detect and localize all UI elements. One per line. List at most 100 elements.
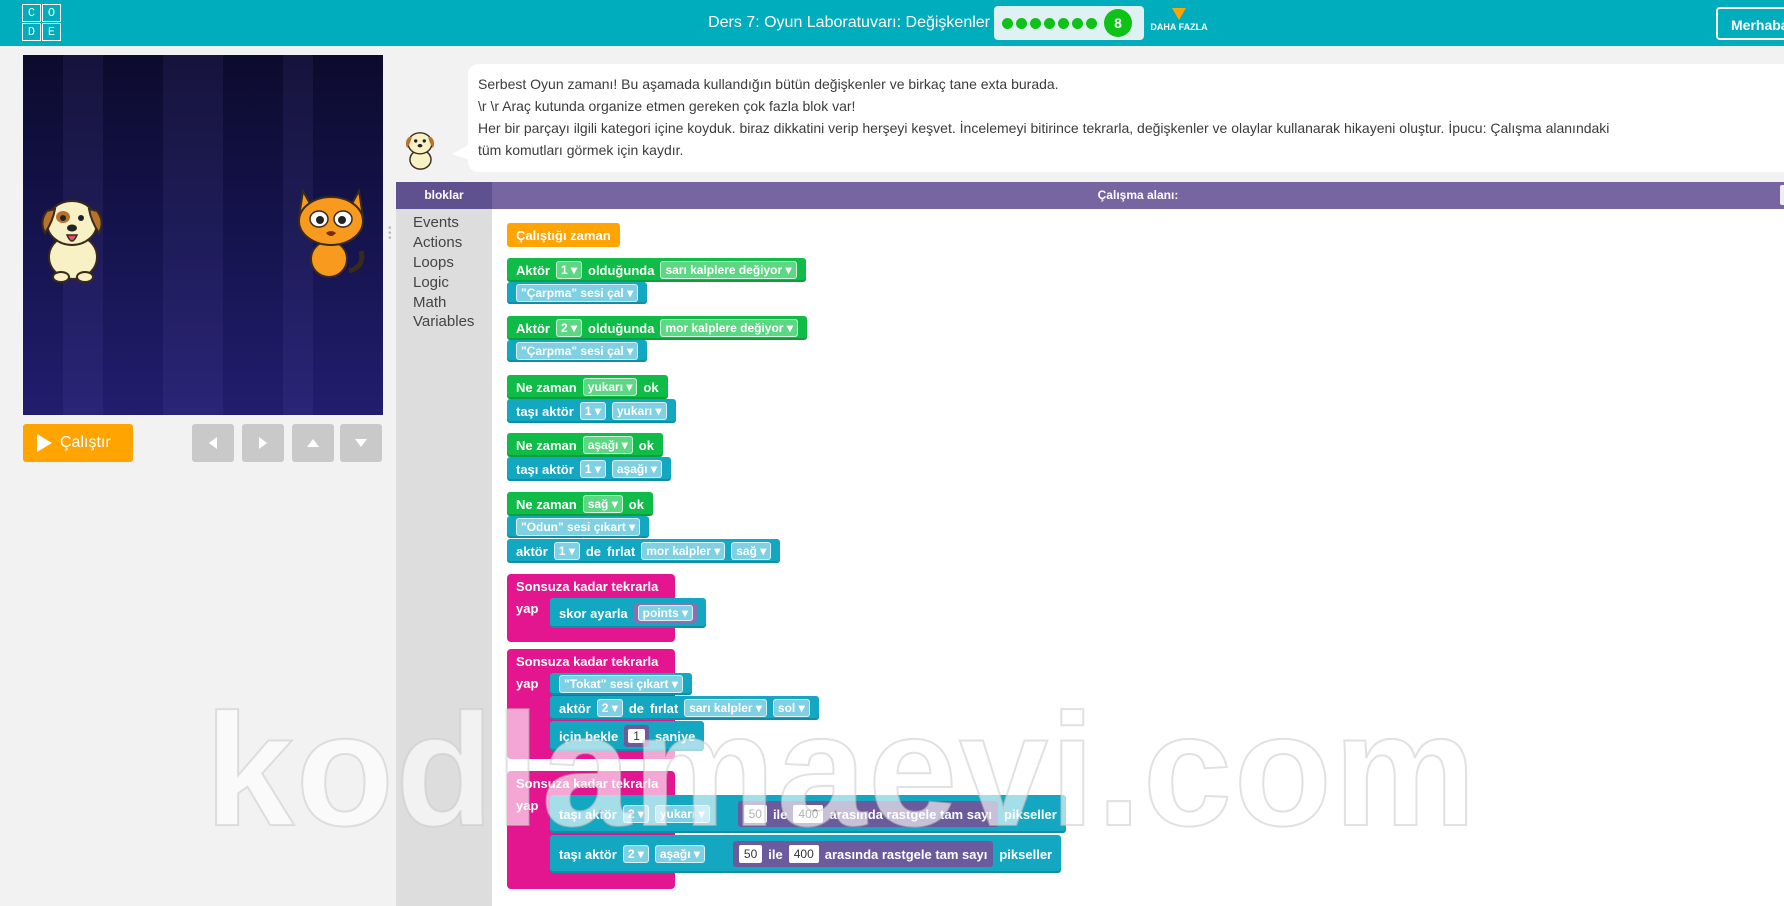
dog-avatar-icon: [405, 132, 435, 170]
dropdown-value: yukarı: [587, 380, 624, 394]
actor-dropdown[interactable]: 1 ▾: [553, 542, 580, 560]
level-progress: 8: [994, 6, 1144, 40]
actor-dropdown[interactable]: 2 ▾: [555, 319, 582, 337]
instructions-bubble: Serbest Oyun zamanı! Bu aşamada kullandı…: [468, 64, 1784, 172]
sound-dropdown[interactable]: "Çarpma" sesi çal ▾: [516, 342, 639, 360]
when-run-block[interactable]: Çalıştığı zaman: [507, 223, 620, 247]
set-score-block[interactable]: skor ayarla points ▾: [550, 598, 707, 628]
header-scroll-handle[interactable]: [1780, 185, 1784, 205]
instruction-line: tüm komutları görmek için kaydır.: [478, 142, 684, 158]
workspace-title: Çalışma alanı:: [1097, 188, 1179, 202]
play-sound-block[interactable]: "Çarpma" sesi çal ▾: [507, 282, 648, 304]
more-levels-button[interactable]: DAHA FAZLA: [1148, 8, 1210, 32]
progress-dot[interactable]: [1030, 17, 1041, 29]
category-math[interactable]: Math: [413, 294, 446, 311]
block-label: ok: [638, 437, 654, 453]
block-label: Aktör: [516, 320, 550, 336]
when-actor-touches-block[interactable]: Aktör 2 ▾ olduğunda mor kalplere değiyor…: [507, 316, 807, 340]
current-level-dot[interactable]: 8: [1104, 9, 1132, 37]
throw-block[interactable]: aktör 1 ▾ de fırlat mor kalpler ▾ sağ ▾: [507, 539, 781, 563]
category-loops[interactable]: Loops: [413, 254, 454, 271]
up-arrow-button[interactable]: [292, 424, 334, 462]
progress-dot[interactable]: [1044, 17, 1055, 29]
variable-dropdown[interactable]: points ▾: [637, 605, 694, 621]
sound-dropdown[interactable]: "Odun" sesi çıkart ▾: [516, 518, 641, 536]
dropdown-value: "Odun" sesi çıkart: [521, 520, 626, 534]
dropdown-value: 2: [560, 321, 568, 335]
instruction-line: \r \r Araç kutunda organize etmen gereke…: [478, 98, 856, 114]
right-arrow-icon: [259, 437, 267, 449]
arrow-dropdown[interactable]: yukarı ▾: [582, 378, 638, 396]
block-label: Ne zaman: [516, 379, 577, 395]
category-events[interactable]: Events: [413, 214, 459, 231]
more-label: DAHA FAZLA: [1150, 22, 1208, 32]
category-logic[interactable]: Logic: [413, 274, 449, 291]
projectile-dropdown[interactable]: mor kalpler ▾: [641, 542, 726, 560]
arrow-dropdown[interactable]: sağ ▾: [582, 495, 623, 513]
move-actor-block[interactable]: taşı aktör 1 ▾ yukarı ▾: [507, 399, 676, 423]
actor-dropdown[interactable]: 1 ▾: [579, 460, 606, 478]
play-icon: [37, 434, 52, 452]
when-arrow-block[interactable]: Ne zaman yukarı ▾ ok: [507, 375, 668, 399]
category-variables[interactable]: Variables: [413, 313, 474, 330]
play-sound-block[interactable]: "Çarpma" sesi çal ▾: [507, 340, 648, 362]
make-sound-block[interactable]: "Odun" sesi çıkart ▾: [507, 516, 650, 538]
when-arrow-block[interactable]: Ne zaman aşağı ▾ ok: [507, 433, 663, 457]
dropdown-value: sağ: [736, 544, 757, 558]
sound-dropdown[interactable]: "Çarpma" sesi çal ▾: [516, 284, 639, 302]
when-actor-touches-block[interactable]: Aktör 1 ▾ olduğunda sarı kalplere değiyo…: [507, 258, 806, 282]
down-arrow-icon: [355, 439, 367, 447]
move-actor-block[interactable]: taşı aktör 1 ▾ aşağı ▾: [507, 457, 671, 481]
dropdown-value: aşağı: [616, 462, 648, 476]
dropdown-value: mor kalpler: [646, 544, 711, 558]
variable-block[interactable]: points ▾: [633, 603, 698, 623]
toolbox-header: bloklar: [396, 182, 492, 209]
down-arrow-button[interactable]: [340, 424, 382, 462]
game-stage: [23, 55, 383, 415]
when-arrow-block[interactable]: Ne zaman sağ ▾ ok: [507, 492, 653, 516]
direction-dropdown[interactable]: yukarı ▾: [611, 402, 667, 420]
dropdown-value: 1: [560, 263, 568, 277]
dropdown-value: "Çarpma" sesi çal: [521, 344, 624, 358]
block-label: ok: [643, 379, 659, 395]
watermark: kodlamaevi.com: [204, 679, 1478, 860]
block-label: fırlat: [607, 543, 636, 559]
block-label: Çalıştığı zaman: [516, 227, 611, 243]
dropdown-value: "Çarpma" sesi çal: [521, 286, 624, 300]
block-label: yap: [516, 601, 539, 616]
instruction-line: Her bir parçayı ilgili kategori içine ko…: [478, 120, 1610, 136]
logo-letter: C: [22, 4, 41, 22]
touch-dropdown[interactable]: mor kalplere değiyor ▾: [660, 319, 798, 337]
arrow-dropdown[interactable]: aşağı ▾: [582, 436, 633, 454]
greeting-button[interactable]: Merhaba: [1716, 7, 1784, 40]
progress-dot[interactable]: [1058, 17, 1069, 29]
code-logo[interactable]: C O D E: [22, 4, 62, 42]
up-arrow-icon: [307, 439, 319, 447]
run-button[interactable]: Çalıştır: [23, 424, 133, 462]
progress-dot[interactable]: [1016, 17, 1027, 29]
block-label: Sonsuza kadar tekrarla: [516, 654, 659, 669]
lesson-title: Ders 7: Oyun Laboratuvarı: Değişkenler: [708, 14, 990, 31]
progress-dot[interactable]: [1072, 17, 1083, 29]
top-header: C O D E Ders 7: Oyun Laboratuvarı: Değiş…: [0, 0, 1784, 46]
progress-dot[interactable]: [1086, 17, 1097, 29]
cat-actor: [297, 187, 365, 278]
block-label: skor ayarla: [559, 605, 628, 621]
left-arrow-button[interactable]: [192, 424, 234, 462]
left-arrow-icon: [209, 437, 217, 449]
block-label: Ne zaman: [516, 437, 577, 453]
actor-dropdown[interactable]: 1 ▾: [555, 261, 582, 279]
actor-dropdown[interactable]: 1 ▾: [579, 402, 606, 420]
logo-letter: O: [42, 4, 61, 22]
dropdown-value: 1: [584, 404, 592, 418]
resize-grip-icon[interactable]: • • •: [388, 224, 392, 244]
category-actions[interactable]: Actions: [413, 234, 462, 251]
right-arrow-button[interactable]: [242, 424, 284, 462]
dog-actor: [41, 200, 103, 283]
progress-dot[interactable]: [1002, 17, 1013, 29]
direction-dropdown[interactable]: aşağı ▾: [611, 460, 662, 478]
direction-dropdown[interactable]: sağ ▾: [731, 542, 772, 560]
block-label: Aktör: [516, 262, 550, 278]
dropdown-value: sağ: [587, 497, 609, 511]
touch-dropdown[interactable]: sarı kalplere değiyor ▾: [660, 261, 797, 279]
